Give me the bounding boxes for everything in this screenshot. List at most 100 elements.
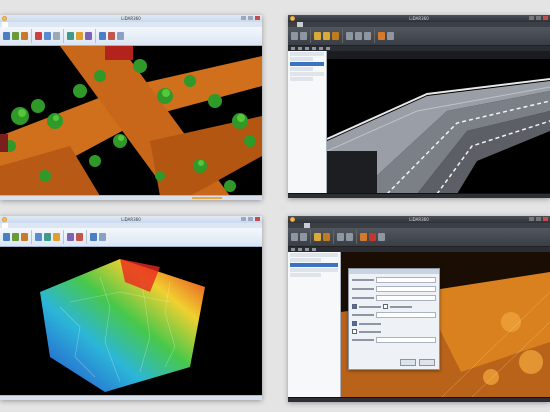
export-icon[interactable] <box>369 233 376 241</box>
tab-terrain[interactable] <box>23 22 29 27</box>
tab-classify[interactable] <box>30 22 36 27</box>
input-field[interactable] <box>376 312 436 318</box>
tab-data-management[interactable] <box>297 22 303 27</box>
settings-icon[interactable] <box>99 233 106 241</box>
close-icon[interactable] <box>543 217 548 221</box>
ground-icon[interactable] <box>323 32 330 40</box>
minimize-icon[interactable] <box>241 217 246 221</box>
measure-icon[interactable] <box>53 32 60 40</box>
pan-icon[interactable] <box>291 248 295 251</box>
settings-icon[interactable] <box>378 233 385 241</box>
tree-item[interactable] <box>290 253 338 257</box>
slope-icon[interactable] <box>76 233 83 241</box>
radio-option[interactable] <box>383 304 388 309</box>
tree-item[interactable] <box>290 77 313 81</box>
minimize-icon[interactable] <box>241 16 246 20</box>
tab-terrain[interactable] <box>311 223 317 228</box>
open-file-icon[interactable] <box>291 233 298 241</box>
checkbox[interactable] <box>352 329 357 334</box>
radio-option[interactable] <box>352 304 357 309</box>
tab-home[interactable] <box>2 22 8 27</box>
tab-terrain[interactable] <box>311 22 317 27</box>
save-icon[interactable] <box>21 32 28 40</box>
tab-display[interactable] <box>304 22 310 27</box>
tab-classify[interactable] <box>30 223 36 228</box>
settings-icon[interactable] <box>117 32 124 40</box>
terrain-viewport[interactable] <box>0 247 262 396</box>
color-icon[interactable] <box>108 32 115 40</box>
app-menu-icon[interactable] <box>2 16 7 21</box>
front-view-icon[interactable] <box>319 47 323 50</box>
add-data-icon[interactable] <box>300 233 307 241</box>
view-icon[interactable] <box>90 233 97 241</box>
tab-classify[interactable] <box>318 22 324 27</box>
hillshade-icon[interactable] <box>67 233 74 241</box>
zoom-icon[interactable] <box>305 248 309 251</box>
dropdown[interactable] <box>376 337 436 343</box>
maximize-icon[interactable] <box>536 16 541 20</box>
tree-item[interactable] <box>290 268 338 272</box>
save-icon[interactable] <box>21 233 28 241</box>
tab-display[interactable] <box>16 223 22 228</box>
top-view-icon[interactable] <box>312 47 316 50</box>
tab-home[interactable] <box>2 223 8 228</box>
settings-icon[interactable] <box>387 32 394 40</box>
clip-icon[interactable] <box>76 32 83 40</box>
tree-item[interactable] <box>290 67 313 71</box>
dem-icon[interactable] <box>44 233 51 241</box>
measure-icon[interactable] <box>346 32 353 40</box>
pan-icon[interactable] <box>291 47 295 50</box>
section-icon[interactable] <box>364 32 371 40</box>
classify-icon[interactable] <box>314 233 321 241</box>
ok-button[interactable] <box>400 359 416 366</box>
minimize-icon[interactable] <box>529 16 534 20</box>
tab-display[interactable] <box>304 223 310 228</box>
open-file-icon[interactable] <box>3 233 10 241</box>
point-cloud-viewport[interactable] <box>327 51 550 194</box>
input-field[interactable] <box>376 286 436 292</box>
add-data-icon[interactable] <box>12 233 19 241</box>
point-cloud-viewport[interactable] <box>0 46 262 196</box>
app-menu-icon[interactable] <box>2 217 7 222</box>
select-icon[interactable] <box>44 32 51 40</box>
tree-item[interactable] <box>290 57 313 61</box>
tree-item[interactable] <box>290 52 324 56</box>
maximize-icon[interactable] <box>248 217 253 221</box>
tree-item[interactable] <box>290 72 324 76</box>
rotate-icon[interactable] <box>298 47 302 50</box>
input-field[interactable] <box>376 295 436 301</box>
filter-icon[interactable] <box>67 32 74 40</box>
tab-terrain[interactable] <box>23 223 29 228</box>
tab-data-management[interactable] <box>297 223 303 228</box>
zoom-icon[interactable] <box>305 47 309 50</box>
cancel-button[interactable] <box>419 359 435 366</box>
tab-data-management[interactable] <box>9 223 15 228</box>
delete-icon[interactable] <box>35 32 42 40</box>
maximize-icon[interactable] <box>536 217 541 221</box>
tree-item[interactable] <box>290 273 322 277</box>
top-view-icon[interactable] <box>312 248 316 251</box>
add-data-icon[interactable] <box>12 32 19 40</box>
side-view-icon[interactable] <box>326 47 330 50</box>
tree-item-selected[interactable] <box>290 62 324 66</box>
road-icon[interactable] <box>332 32 339 40</box>
tin-icon[interactable] <box>35 233 42 241</box>
app-menu-icon[interactable] <box>290 217 295 222</box>
vector-icon[interactable] <box>378 32 385 40</box>
classify-icon[interactable] <box>314 32 321 40</box>
checkbox[interactable] <box>352 321 357 326</box>
view-icon[interactable] <box>99 32 106 40</box>
profile-icon[interactable] <box>355 32 362 40</box>
ground-icon[interactable] <box>323 233 330 241</box>
classify-icon[interactable] <box>85 32 92 40</box>
close-icon[interactable] <box>255 217 260 221</box>
tab-classify[interactable] <box>318 223 324 228</box>
maximize-icon[interactable] <box>248 16 253 20</box>
tree-item[interactable] <box>290 258 322 262</box>
tab-home[interactable] <box>290 223 296 228</box>
open-file-icon[interactable] <box>291 32 298 40</box>
close-icon[interactable] <box>543 16 548 20</box>
add-data-icon[interactable] <box>300 32 307 40</box>
close-icon[interactable] <box>255 16 260 20</box>
minimize-icon[interactable] <box>529 217 534 221</box>
